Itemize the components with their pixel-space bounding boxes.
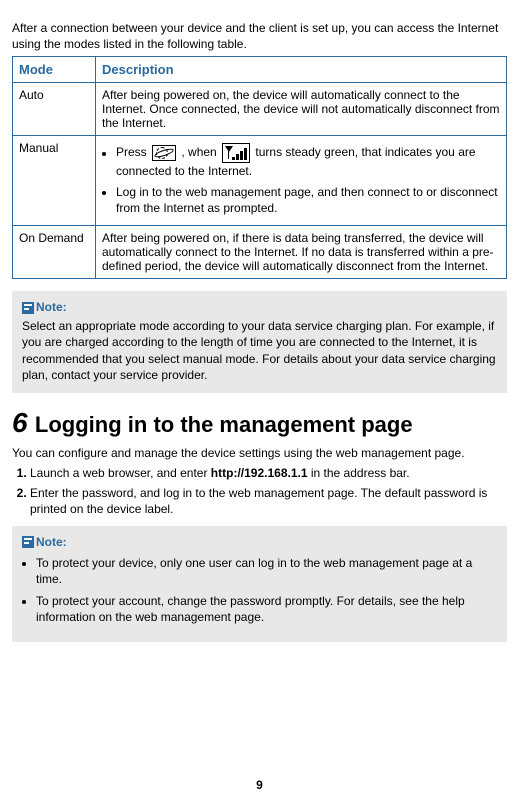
text-fragment: Launch a web browser, and enter — [30, 466, 211, 480]
step-2: Enter the password, and log in to the we… — [30, 485, 507, 517]
mode-cell-manual: Manual — [13, 136, 96, 226]
text-fragment: , when — [181, 146, 220, 160]
note2-bullet-1: To protect your device, only one user ca… — [36, 555, 497, 587]
table-header-row: Mode Description — [13, 57, 507, 83]
note-label-text: Note: — [36, 535, 67, 549]
table-row: Auto After being powered on, the device … — [13, 83, 507, 136]
manual-bullet-2: Log in to the web management page, and t… — [116, 184, 500, 216]
signal-bars-icon — [222, 143, 250, 163]
note2-bullet-2: To protect your account, change the pass… — [36, 593, 497, 625]
note-body: Select an appropriate mode according to … — [22, 318, 497, 383]
section-number: 6 — [12, 407, 28, 438]
manual-bullet-1: Press , when turns steady green, that in… — [116, 143, 500, 179]
header-mode: Mode — [13, 57, 96, 83]
mode-cell-ondemand: On Demand — [13, 225, 96, 278]
section-heading: 6 Logging in to the management page — [12, 407, 507, 439]
desc-cell-manual: Press , when turns steady green, that in… — [96, 136, 507, 226]
section-intro: You can configure and manage the device … — [12, 445, 507, 461]
modes-table: Mode Description Auto After being powere… — [12, 56, 507, 279]
note-icon — [22, 536, 34, 548]
mode-cell-auto: Auto — [13, 83, 96, 136]
power-globe-icon — [152, 145, 176, 161]
note-box-2: Note: To protect your device, only one u… — [12, 526, 507, 642]
intro-text: After a connection between your device a… — [12, 20, 507, 52]
page-number: 9 — [0, 778, 519, 792]
text-fragment: Press — [116, 146, 150, 160]
note-box-1: Note: Select an appropriate mode accordi… — [12, 291, 507, 393]
table-row: Manual Press , when turns steady green, … — [13, 136, 507, 226]
note-icon — [22, 302, 34, 314]
desc-cell-ondemand: After being powered on, if there is data… — [96, 225, 507, 278]
note-label: Note: — [22, 534, 67, 550]
steps-list: Launch a web browser, and enter http://1… — [12, 465, 507, 518]
table-row: On Demand After being powered on, if the… — [13, 225, 507, 278]
header-desc: Description — [96, 57, 507, 83]
note-label-text: Note: — [36, 300, 67, 314]
url-bold: http://192.168.1.1 — [211, 466, 308, 480]
text-fragment: in the address bar. — [311, 466, 410, 480]
section-title: Logging in to the management page — [35, 412, 413, 437]
step-1: Launch a web browser, and enter http://1… — [30, 465, 507, 481]
desc-cell-auto: After being powered on, the device will … — [96, 83, 507, 136]
note-label: Note: — [22, 299, 67, 315]
